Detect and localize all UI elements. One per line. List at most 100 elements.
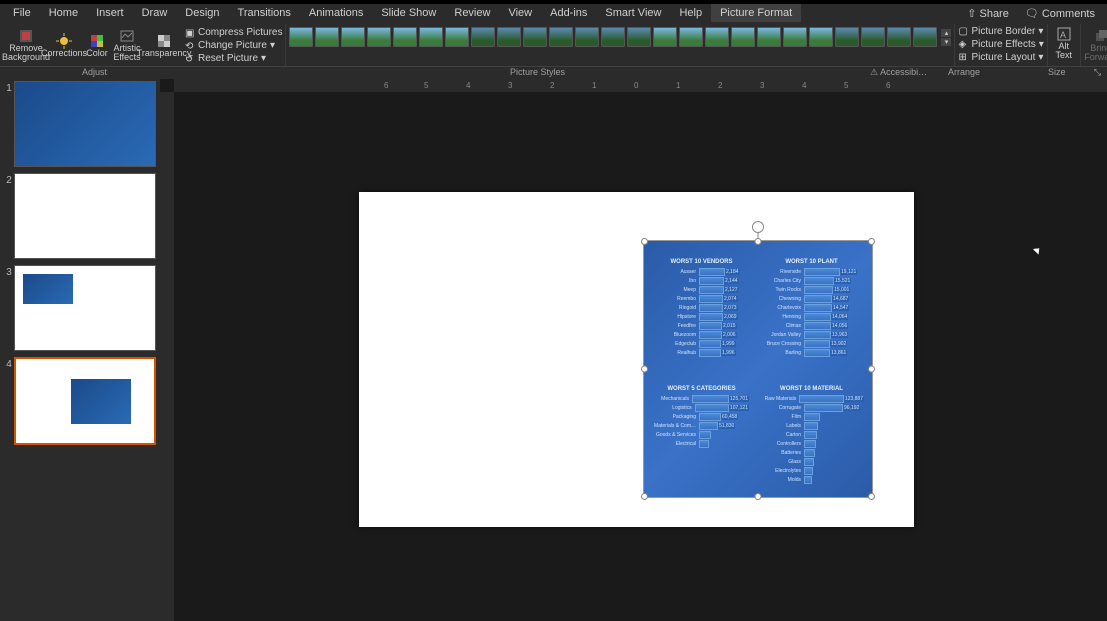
resize-handle-e[interactable] [868, 366, 875, 373]
resize-handle-ne[interactable] [868, 238, 875, 245]
vertical-ruler [160, 92, 174, 621]
slide-thumb-3[interactable] [14, 265, 156, 351]
style-thumb[interactable] [653, 27, 677, 47]
alt-text-button[interactable]: AAlt Text [1051, 24, 1077, 62]
comments-button[interactable]: 🗨Comments [1017, 4, 1103, 23]
style-thumb[interactable] [575, 27, 599, 47]
tab-file[interactable]: File [4, 4, 40, 22]
rotate-handle[interactable] [752, 221, 764, 233]
artistic-effects-button[interactable]: Artistic Effects [111, 26, 143, 64]
style-thumb[interactable] [419, 27, 443, 47]
compress-icon: ▣ [185, 28, 195, 38]
picture-styles-gallery[interactable]: ▴▾ [289, 24, 951, 47]
style-thumb[interactable] [471, 27, 495, 47]
resize-handle-w[interactable] [641, 366, 648, 373]
slide-thumb-1[interactable] [14, 81, 156, 167]
style-thumb[interactable] [393, 27, 417, 47]
gallery-more[interactable]: ▾ [941, 38, 951, 46]
group-label-access: ⚠ Accessibi… [870, 67, 927, 78]
color-icon [89, 33, 105, 49]
style-thumb[interactable] [679, 27, 703, 47]
style-thumb[interactable] [367, 27, 391, 47]
style-thumb[interactable] [289, 27, 313, 47]
tab-animations[interactable]: Animations [300, 4, 372, 22]
tab-insert[interactable]: Insert [87, 4, 133, 22]
transparency-button[interactable]: Transparency [143, 26, 185, 64]
tab-transitions[interactable]: Transitions [229, 4, 300, 22]
tab-addins[interactable]: Add-ins [541, 4, 596, 22]
resize-handle-sw[interactable] [641, 493, 648, 500]
inserted-picture[interactable]: WORST 10 VENDORSAusser2,184Ibo2,144Meep2… [643, 240, 873, 498]
share-button[interactable]: ⇧Share [959, 4, 1017, 23]
remove-background-button[interactable]: Remove Background [7, 26, 45, 64]
size-launcher[interactable]: ⤡ [1094, 67, 1101, 78]
tab-picture-format[interactable]: Picture Format [711, 4, 801, 22]
slide-thumb-2[interactable] [14, 173, 156, 259]
effects-icon: ◈ [958, 39, 968, 49]
compress-pictures-button[interactable]: ▣Compress Pictures [185, 27, 282, 39]
svg-text:A: A [1060, 30, 1066, 40]
style-thumb[interactable] [861, 27, 885, 47]
comment-icon: 🗨 [1025, 7, 1039, 20]
tab-smartview[interactable]: Smart View [596, 4, 670, 22]
resize-handle-n[interactable] [755, 238, 762, 245]
artistic-icon [119, 28, 135, 44]
bring-forward-button: Bring Forward [1084, 26, 1107, 64]
slide-canvas[interactable]: WORST 10 VENDORSAusser2,184Ibo2,144Meep2… [359, 192, 914, 527]
style-thumb[interactable] [627, 27, 651, 47]
gallery-up[interactable]: ▴ [941, 29, 951, 37]
chart-vendors: WORST 10 VENDORSAusser2,184Ibo2,144Meep2… [654, 259, 749, 358]
resize-handle-s[interactable] [755, 493, 762, 500]
picture-layout-button[interactable]: ⊞Picture Layout▾ [958, 51, 1043, 63]
resize-handle-nw[interactable] [641, 238, 648, 245]
style-thumb[interactable] [601, 27, 625, 47]
style-thumb[interactable] [341, 27, 365, 47]
style-thumb[interactable] [783, 27, 807, 47]
border-icon: ▢ [958, 26, 968, 36]
reset-picture-button[interactable]: ↺Reset Picture▾ [185, 53, 282, 65]
tab-help[interactable]: Help [670, 4, 711, 22]
slide-thumb-4[interactable] [14, 357, 156, 445]
slide-edit-area[interactable]: 6543210123456 WORST 10 VENDORSAusser2,18… [160, 79, 1107, 621]
bringfw-icon [1093, 28, 1107, 44]
style-thumb[interactable] [445, 27, 469, 47]
style-thumb[interactable] [835, 27, 859, 47]
group-label-arrange: Arrange [948, 67, 980, 77]
style-thumb[interactable] [549, 27, 573, 47]
style-thumb[interactable] [523, 27, 547, 47]
share-icon: ⇧ [967, 7, 976, 20]
style-thumb[interactable] [731, 27, 755, 47]
style-thumb[interactable] [809, 27, 833, 47]
group-label-size: Size [1048, 67, 1066, 77]
picture-effects-button[interactable]: ◈Picture Effects▾ [958, 38, 1043, 50]
change-picture-button[interactable]: ⟲Change Picture▾ [185, 40, 282, 52]
reset-icon: ↺ [185, 54, 195, 64]
transparency-icon [156, 33, 172, 49]
chart-plant: WORST 10 PLANTRiverside19,121Charles Cit… [759, 259, 864, 358]
style-thumb[interactable] [913, 27, 937, 47]
style-thumb[interactable] [315, 27, 339, 47]
tab-home[interactable]: Home [40, 4, 87, 22]
remove-bg-icon [18, 28, 34, 44]
chart-material: WORST 10 MATERIALRaw Materials123,887Cor… [759, 386, 864, 485]
layout-icon: ⊞ [958, 52, 968, 62]
style-thumb[interactable] [497, 27, 521, 47]
picture-border-button[interactable]: ▢Picture Border▾ [958, 25, 1043, 37]
horizontal-ruler: 6543210123456 [174, 79, 1107, 92]
style-thumb[interactable] [757, 27, 781, 47]
style-thumb[interactable] [887, 27, 911, 47]
tab-view[interactable]: View [499, 4, 541, 22]
corrections-button[interactable]: Corrections [45, 26, 83, 64]
group-label-styles: Picture Styles [510, 67, 565, 77]
mouse-cursor [1033, 245, 1042, 254]
tab-draw[interactable]: Draw [133, 4, 177, 22]
style-thumb[interactable] [705, 27, 729, 47]
chart-categories: WORST 5 CATEGORIESMechanicals125,701Logi… [654, 386, 749, 449]
ribbon: Remove Background Corrections Color Arti… [0, 22, 1107, 67]
tab-slideshow[interactable]: Slide Show [372, 4, 445, 22]
tab-review[interactable]: Review [445, 4, 499, 22]
color-button[interactable]: Color [83, 26, 111, 64]
slide-thumbnail-panel: 1 2 3 4 [0, 79, 160, 621]
resize-handle-se[interactable] [868, 493, 875, 500]
tab-design[interactable]: Design [176, 4, 228, 22]
